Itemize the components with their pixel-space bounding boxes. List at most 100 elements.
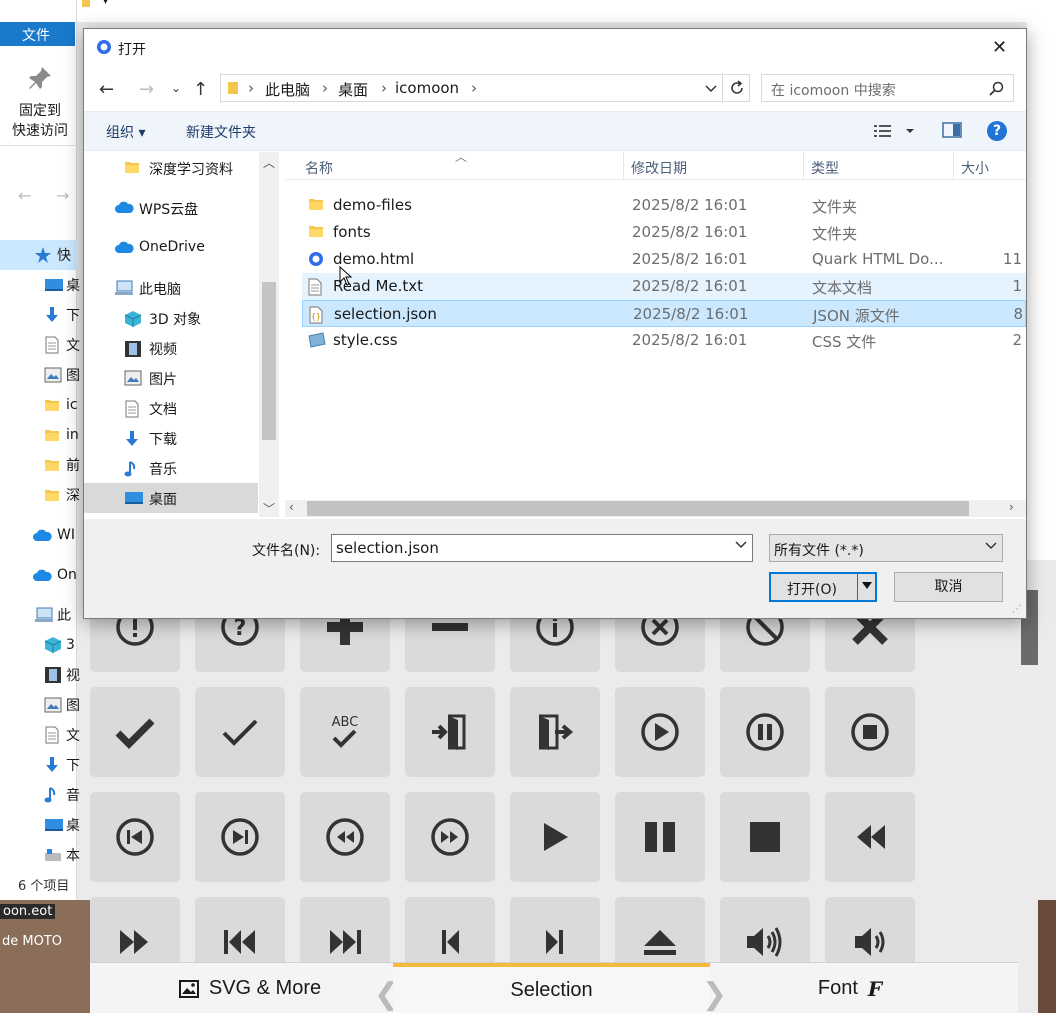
new-folder-button[interactable]: 新建文件夹 <box>186 122 256 142</box>
forward-arrow-icon[interactable]: → <box>139 79 154 100</box>
tree-item[interactable]: 音乐 <box>84 453 258 483</box>
icon-tile[interactable] <box>405 687 495 777</box>
tree-item[interactable]: 视频 <box>84 333 258 363</box>
cancel-button[interactable]: 取消 <box>894 572 1003 602</box>
icon-tile[interactable] <box>510 687 600 777</box>
explorer-nav-item[interactable]: 桌 <box>0 270 80 300</box>
icon-tile[interactable] <box>825 687 915 777</box>
scroll-up-icon[interactable]: ︿ <box>263 154 275 171</box>
file-row[interactable]: fonts 2025/8/2 16:01 文件夹 <box>302 219 1026 246</box>
tree-item[interactable]: 文档 <box>84 393 258 423</box>
explorer-nav-item[interactable]: 音 <box>0 780 80 810</box>
dropdown-arrow-icon[interactable] <box>862 582 872 590</box>
ribbon-tab-file[interactable]: 文件 <box>0 22 75 46</box>
horizontal-scrollbar-thumb[interactable] <box>307 501 969 516</box>
icon-tile[interactable] <box>90 687 180 777</box>
explorer-nav-item[interactable]: 本 <box>0 840 80 870</box>
scroll-right-icon[interactable]: › <box>1009 500 1014 514</box>
chevron-down-icon[interactable] <box>735 541 747 549</box>
icon-tile[interactable] <box>405 792 495 882</box>
explorer-nav-item[interactable]: in <box>0 420 79 450</box>
breadcrumb-this-pc[interactable]: 此电脑 <box>265 79 310 100</box>
column-header-type[interactable]: 类型 <box>811 158 839 178</box>
icon-tile[interactable] <box>510 792 600 882</box>
column-divider[interactable] <box>623 152 624 180</box>
explorer-nav-item[interactable]: 快 <box>0 240 77 270</box>
pin-to-quick-access[interactable]: 固定到 快速访问 <box>10 101 70 141</box>
filetype-select[interactable]: 所有文件 (*.*) <box>769 534 1003 562</box>
explorer-nav-item[interactable]: ic <box>0 390 78 420</box>
explorer-nav-item[interactable]: 前 <box>0 450 80 480</box>
column-divider[interactable] <box>803 152 804 180</box>
preview-pane-button[interactable] <box>942 122 962 138</box>
tree-item[interactable]: 此电脑 <box>84 273 258 303</box>
refresh-button[interactable] <box>724 74 750 102</box>
breadcrumb-icomoon[interactable]: icomoon <box>395 79 459 97</box>
tree-item[interactable]: WPS云盘 <box>84 193 258 223</box>
chevron-down-icon[interactable] <box>705 85 717 93</box>
explorer-nav-item[interactable]: 文 <box>0 330 80 360</box>
icon-tile[interactable] <box>195 792 285 882</box>
explorer-nav-label: in <box>66 427 79 443</box>
tree-scrollbar-thumb[interactable] <box>262 282 276 440</box>
explorer-nav-item[interactable]: 下 <box>0 750 80 780</box>
tree-item[interactable]: 桌面 <box>84 483 258 513</box>
icon-tile[interactable]: ABC <box>300 687 390 777</box>
explorer-nav-item[interactable]: 深 <box>0 480 80 510</box>
explorer-nav-item[interactable]: 视 <box>0 660 80 690</box>
file-row[interactable]: demo-files 2025/8/2 16:01 文件夹 <box>302 192 1026 219</box>
tab-svg-more[interactable]: SVG & More <box>150 963 350 1013</box>
explorer-nav-item[interactable]: On <box>0 560 77 590</box>
explorer-nav-item[interactable]: 此 <box>0 600 77 630</box>
tree-item[interactable]: 下载 <box>84 423 258 453</box>
explorer-nav-item[interactable]: WI <box>0 520 77 550</box>
column-header-name[interactable]: 名称 <box>305 158 333 178</box>
close-icon[interactable]: ✕ <box>992 37 1007 58</box>
forward-arrow-icon[interactable]: → <box>56 186 69 205</box>
explorer-nav-item[interactable]: 桌 <box>0 810 80 840</box>
column-header-date[interactable]: 修改日期 <box>631 158 687 178</box>
recent-dropdown-icon[interactable]: ⌄ <box>171 81 181 95</box>
tree-item[interactable]: OneDrive <box>84 233 258 263</box>
column-header-size[interactable]: 大小 <box>961 158 989 178</box>
help-button[interactable]: ? <box>987 121 1007 141</box>
back-arrow-icon[interactable]: ← <box>99 79 114 100</box>
open-button[interactable]: 打开(O) <box>769 572 877 602</box>
icon-tile[interactable] <box>615 687 705 777</box>
resize-grip-icon[interactable]: ⋰ <box>1012 604 1022 615</box>
explorer-nav-item[interactable]: 文 <box>0 720 80 750</box>
explorer-nav-item[interactable]: 图 <box>0 360 80 390</box>
scroll-down-icon[interactable]: ﹀ <box>263 500 275 517</box>
horizontal-scrollbar[interactable]: ‹ › <box>285 500 1026 517</box>
search-input[interactable]: 在 icomoon 中搜索 <box>761 74 1014 102</box>
file-row[interactable]: {} selection.json 2025/8/2 16:01 JSON 源文件 8 <box>302 300 1026 327</box>
tab-selection[interactable]: Selection <box>393 963 710 1013</box>
breadcrumb-desktop[interactable]: 桌面 <box>338 79 368 100</box>
explorer-nav-item[interactable]: 图 <box>0 690 80 720</box>
tree-item[interactable]: 图片 <box>84 363 258 393</box>
organize-button[interactable]: 组织 ▾ <box>106 122 145 142</box>
icon-tile[interactable] <box>615 792 705 882</box>
filename-input[interactable]: selection.json <box>331 534 753 562</box>
icon-tile[interactable] <box>825 792 915 882</box>
file-row[interactable]: demo.html 2025/8/2 16:01 Quark HTML Do... 1… <box>302 246 1026 273</box>
file-row[interactable]: style.css 2025/8/2 16:01 CSS 文件 2 <box>302 327 1026 354</box>
tree-item[interactable]: 3D 对象 <box>84 303 258 333</box>
icon-tile[interactable] <box>720 687 810 777</box>
view-options-button[interactable] <box>874 124 914 138</box>
file-row[interactable]: Read Me.txt 2025/8/2 16:01 文本文档 1 <box>302 273 1026 300</box>
scroll-left-icon[interactable]: ‹ <box>289 500 294 514</box>
tab-font[interactable]: Font F <box>780 963 920 1013</box>
explorer-nav-item[interactable]: 3 <box>0 630 77 660</box>
explorer-nav-item[interactable]: 下 <box>0 300 80 330</box>
column-divider[interactable] <box>953 152 954 180</box>
icon-tile[interactable] <box>720 792 810 882</box>
back-arrow-icon[interactable]: ← <box>18 186 31 205</box>
tree-item[interactable]: 深度学习资料 <box>84 153 258 183</box>
tree-scrollbar[interactable]: ︿ ﹀ <box>259 152 279 517</box>
icon-tile[interactable] <box>195 687 285 777</box>
icon-tile[interactable] <box>90 792 180 882</box>
icon-tile[interactable] <box>300 792 390 882</box>
up-arrow-icon[interactable]: ↑ <box>193 79 208 100</box>
address-bar[interactable]: › 此电脑 › 桌面 › icomoon › <box>220 74 723 102</box>
